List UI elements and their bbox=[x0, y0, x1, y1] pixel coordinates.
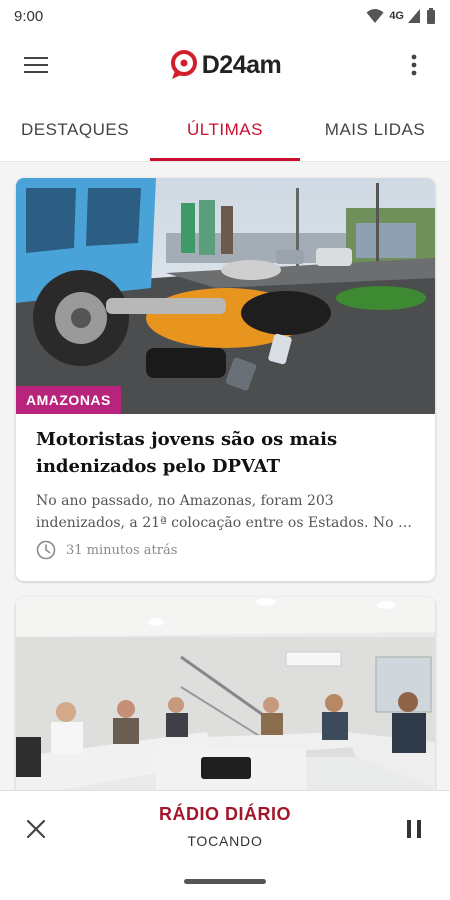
article-summary: No ano passado, no Amazonas, foram 203 i… bbox=[36, 490, 418, 534]
category-badge[interactable]: AMAZONAS bbox=[16, 386, 121, 414]
status-icons: 4G bbox=[366, 7, 436, 25]
overflow-menu-button[interactable] bbox=[392, 43, 436, 87]
article-image bbox=[16, 178, 435, 414]
article-card[interactable] bbox=[16, 597, 435, 790]
menu-button[interactable] bbox=[14, 43, 58, 87]
hamburger-menu-icon bbox=[24, 57, 48, 73]
network-type-label: 4G bbox=[389, 10, 404, 22]
wifi-icon bbox=[366, 9, 384, 23]
logo-text: D24am bbox=[201, 50, 282, 79]
app-logo[interactable]: D24am bbox=[169, 50, 282, 80]
logo-pin-icon bbox=[170, 50, 197, 79]
tab-ultimas[interactable]: ÚLTIMAS bbox=[150, 98, 300, 161]
pause-icon bbox=[407, 820, 421, 838]
more-vert-icon bbox=[411, 54, 417, 76]
article-card[interactable]: AMAZONAS Motoristas jovens são os mais i… bbox=[16, 178, 435, 581]
article-title[interactable]: Motoristas jovens são os mais indenizado… bbox=[36, 426, 416, 480]
article-timestamp: 31 minutos atrás bbox=[36, 540, 177, 560]
clock-icon bbox=[36, 540, 56, 560]
home-indicator[interactable] bbox=[184, 879, 266, 884]
news-feed: AMAZONAS Motoristas jovens são os mais i… bbox=[0, 162, 450, 790]
status-time: 9:00 bbox=[14, 7, 44, 25]
article-summary-line-2: indenizados, a 21ª colocação entre os Es… bbox=[36, 515, 418, 531]
tab-mais-lidas[interactable]: MAIS LIDAS bbox=[300, 98, 450, 161]
app-bar: D24am bbox=[0, 32, 450, 98]
player-status: TOCANDO bbox=[187, 833, 263, 849]
cellular-signal-icon bbox=[408, 9, 420, 23]
tab-bar: DESTAQUES ÚLTIMAS MAIS LIDAS bbox=[0, 98, 450, 162]
article-summary-line-1: No ano passado, no Amazonas, foram 203 bbox=[36, 493, 334, 509]
status-bar: 9:00 4G bbox=[0, 0, 450, 32]
article-image bbox=[16, 597, 435, 790]
tab-destaques[interactable]: DESTAQUES bbox=[0, 98, 150, 161]
battery-icon bbox=[427, 7, 435, 24]
player-pause-button[interactable] bbox=[392, 807, 436, 851]
radio-player: RÁDIO DIÁRIO TOCANDO bbox=[0, 790, 450, 900]
article-time-ago: 31 minutos atrás bbox=[66, 542, 178, 558]
player-title: RÁDIO DIÁRIO bbox=[159, 804, 291, 824]
